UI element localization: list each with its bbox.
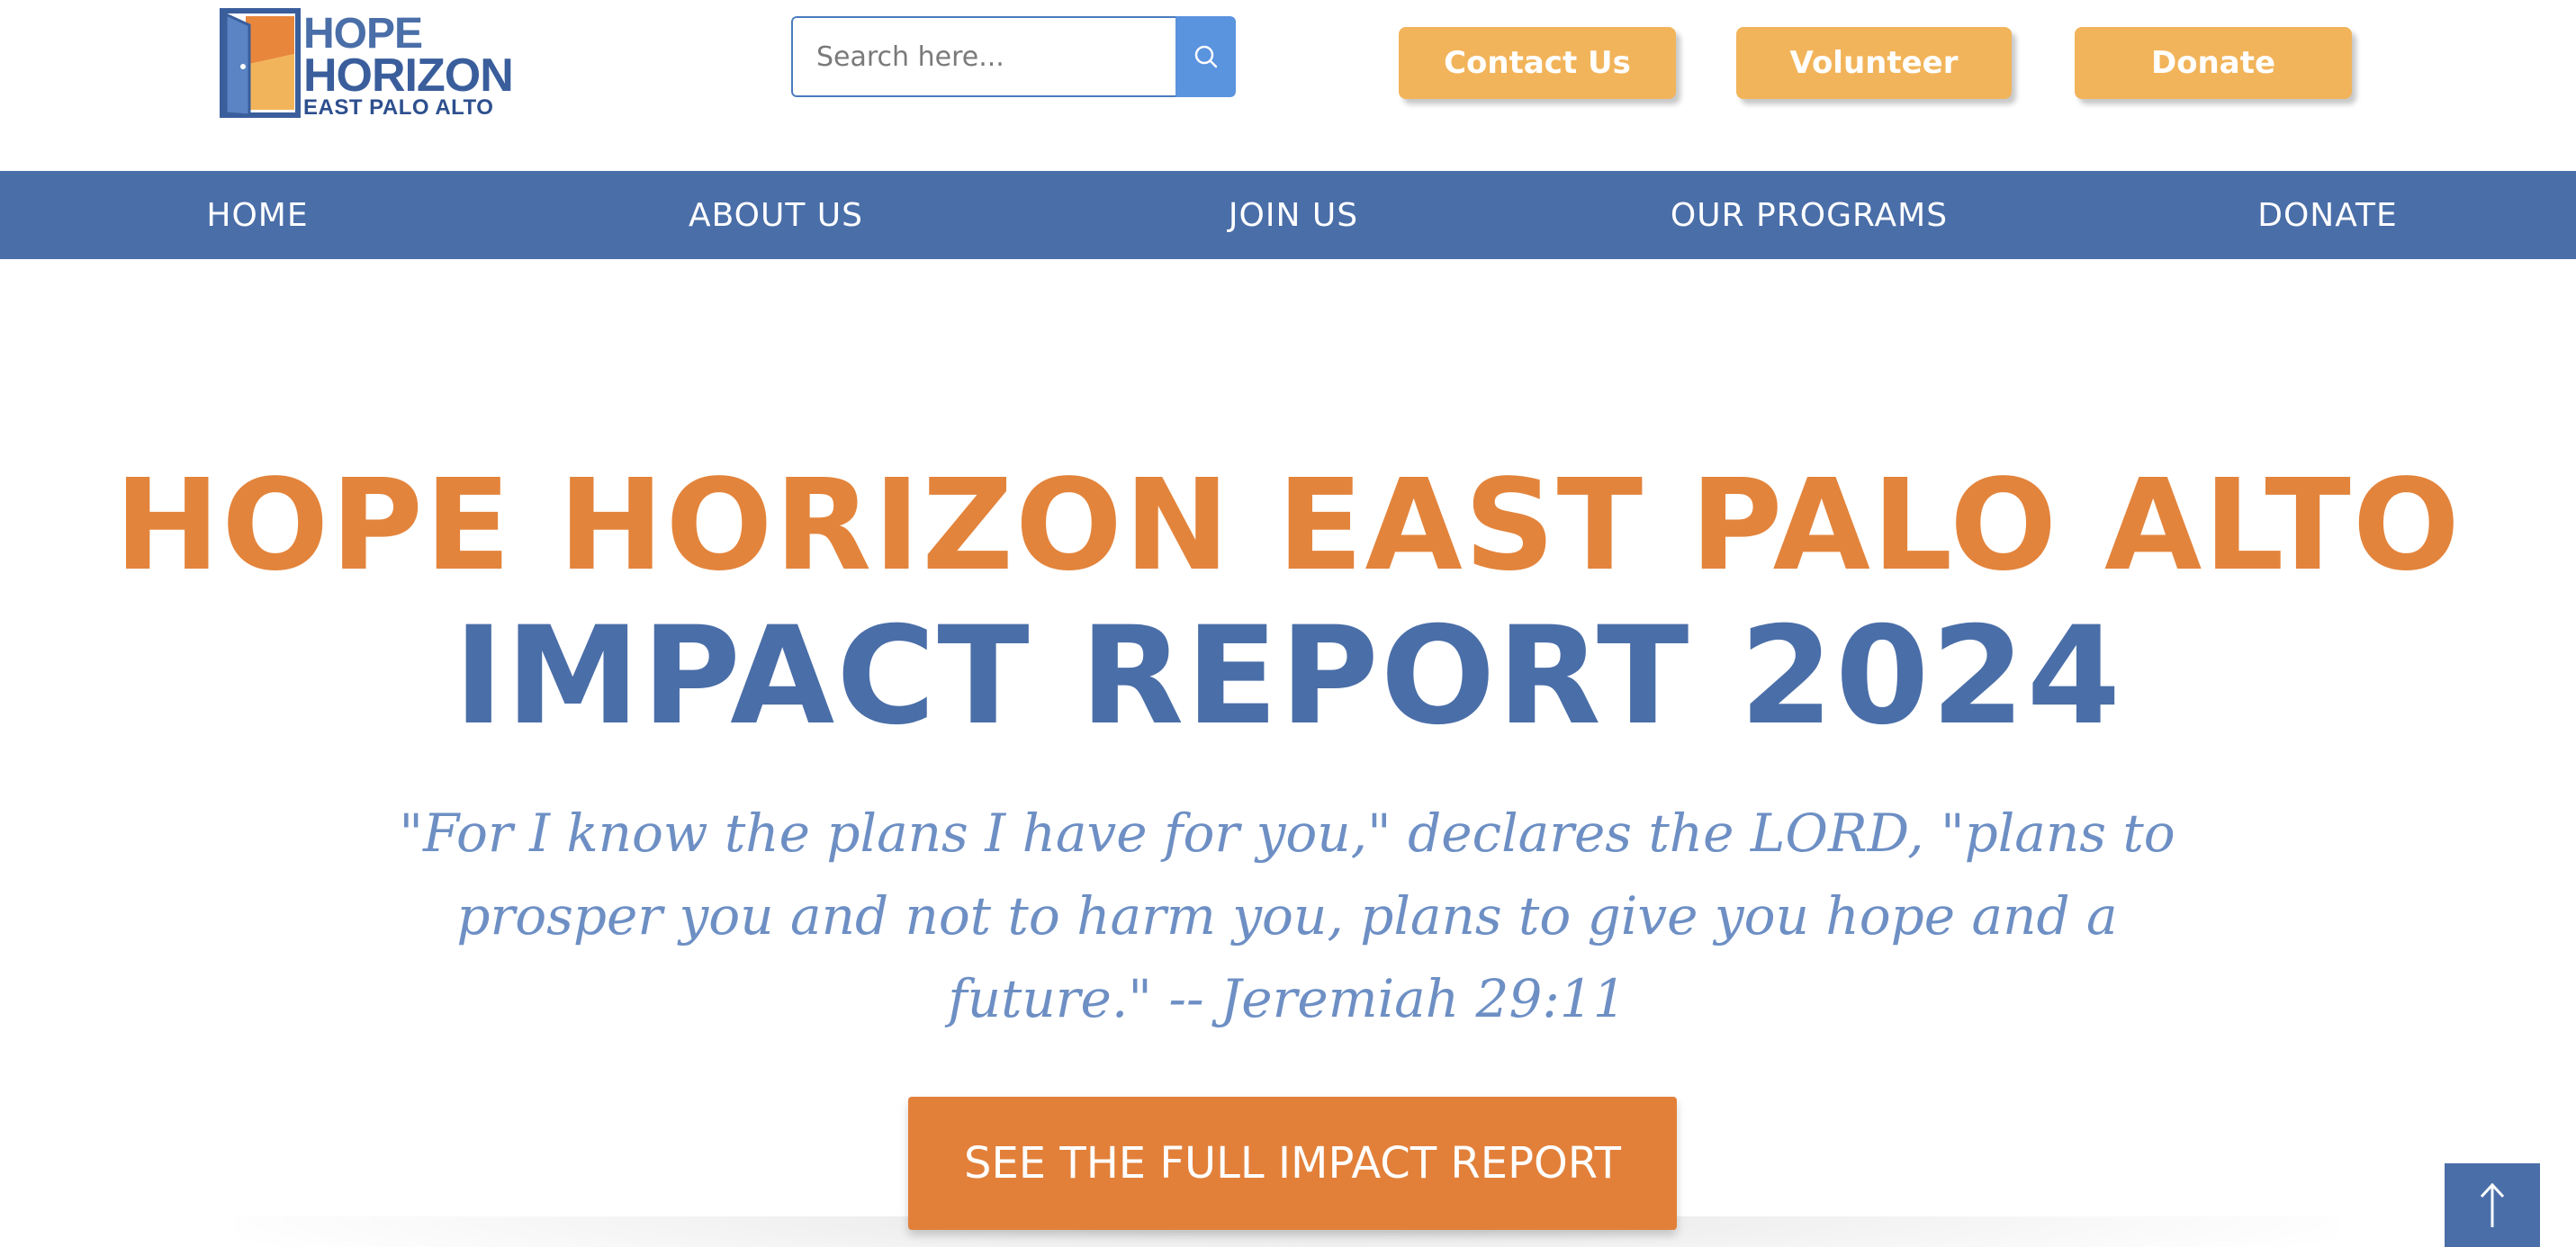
page: HOPE HORIZON EAST PALO ALTO Contact Us V… [0, 0, 2576, 1247]
nav-item-join-us[interactable]: JOIN US [1158, 171, 1428, 259]
volunteer-button[interactable]: Volunteer [1736, 27, 2012, 99]
search-input[interactable] [791, 16, 1175, 97]
logo-wordmark: HOPE HORIZON EAST PALO ALTO [303, 10, 514, 120]
nav-item-donate[interactable]: DONATE [2193, 171, 2463, 259]
nav-item-home[interactable]: HOME [167, 171, 347, 259]
search-bar [791, 16, 1236, 97]
scroll-to-top-button[interactable] [2445, 1163, 2540, 1247]
nav-item-about-us[interactable]: ABOUT US [641, 171, 911, 259]
hero-title: HOPE HORIZON EAST PALO ALTO [114, 453, 2462, 599]
logo-line-hope: HOPE [303, 10, 423, 58]
search-icon [1194, 45, 1217, 68]
contact-us-button[interactable]: Contact Us [1399, 27, 1676, 99]
logo-line-horizon: HORIZON [303, 49, 514, 102]
arrow-up-icon [2480, 1182, 2505, 1227]
nav-item-our-programs[interactable]: OUR PROGRAMS [1620, 171, 1998, 259]
logo-line-location: EAST PALO ALTO [303, 95, 494, 120]
main-nav: HOME ABOUT US JOIN US OUR PROGRAMS DONAT… [0, 171, 2576, 259]
hero-subtitle: IMPACT REPORT 2024 [453, 598, 2123, 755]
door-logo-icon [220, 8, 301, 118]
scripture-quote: "For I know the plans I have for you," d… [399, 803, 2175, 1029]
donate-button[interactable]: Donate [2075, 27, 2352, 99]
full-impact-report-button[interactable]: SEE THE FULL IMPACT REPORT [908, 1097, 1677, 1230]
search-button[interactable] [1175, 16, 1236, 97]
site-logo[interactable]: HOPE HORIZON EAST PALO ALTO [219, 7, 516, 119]
